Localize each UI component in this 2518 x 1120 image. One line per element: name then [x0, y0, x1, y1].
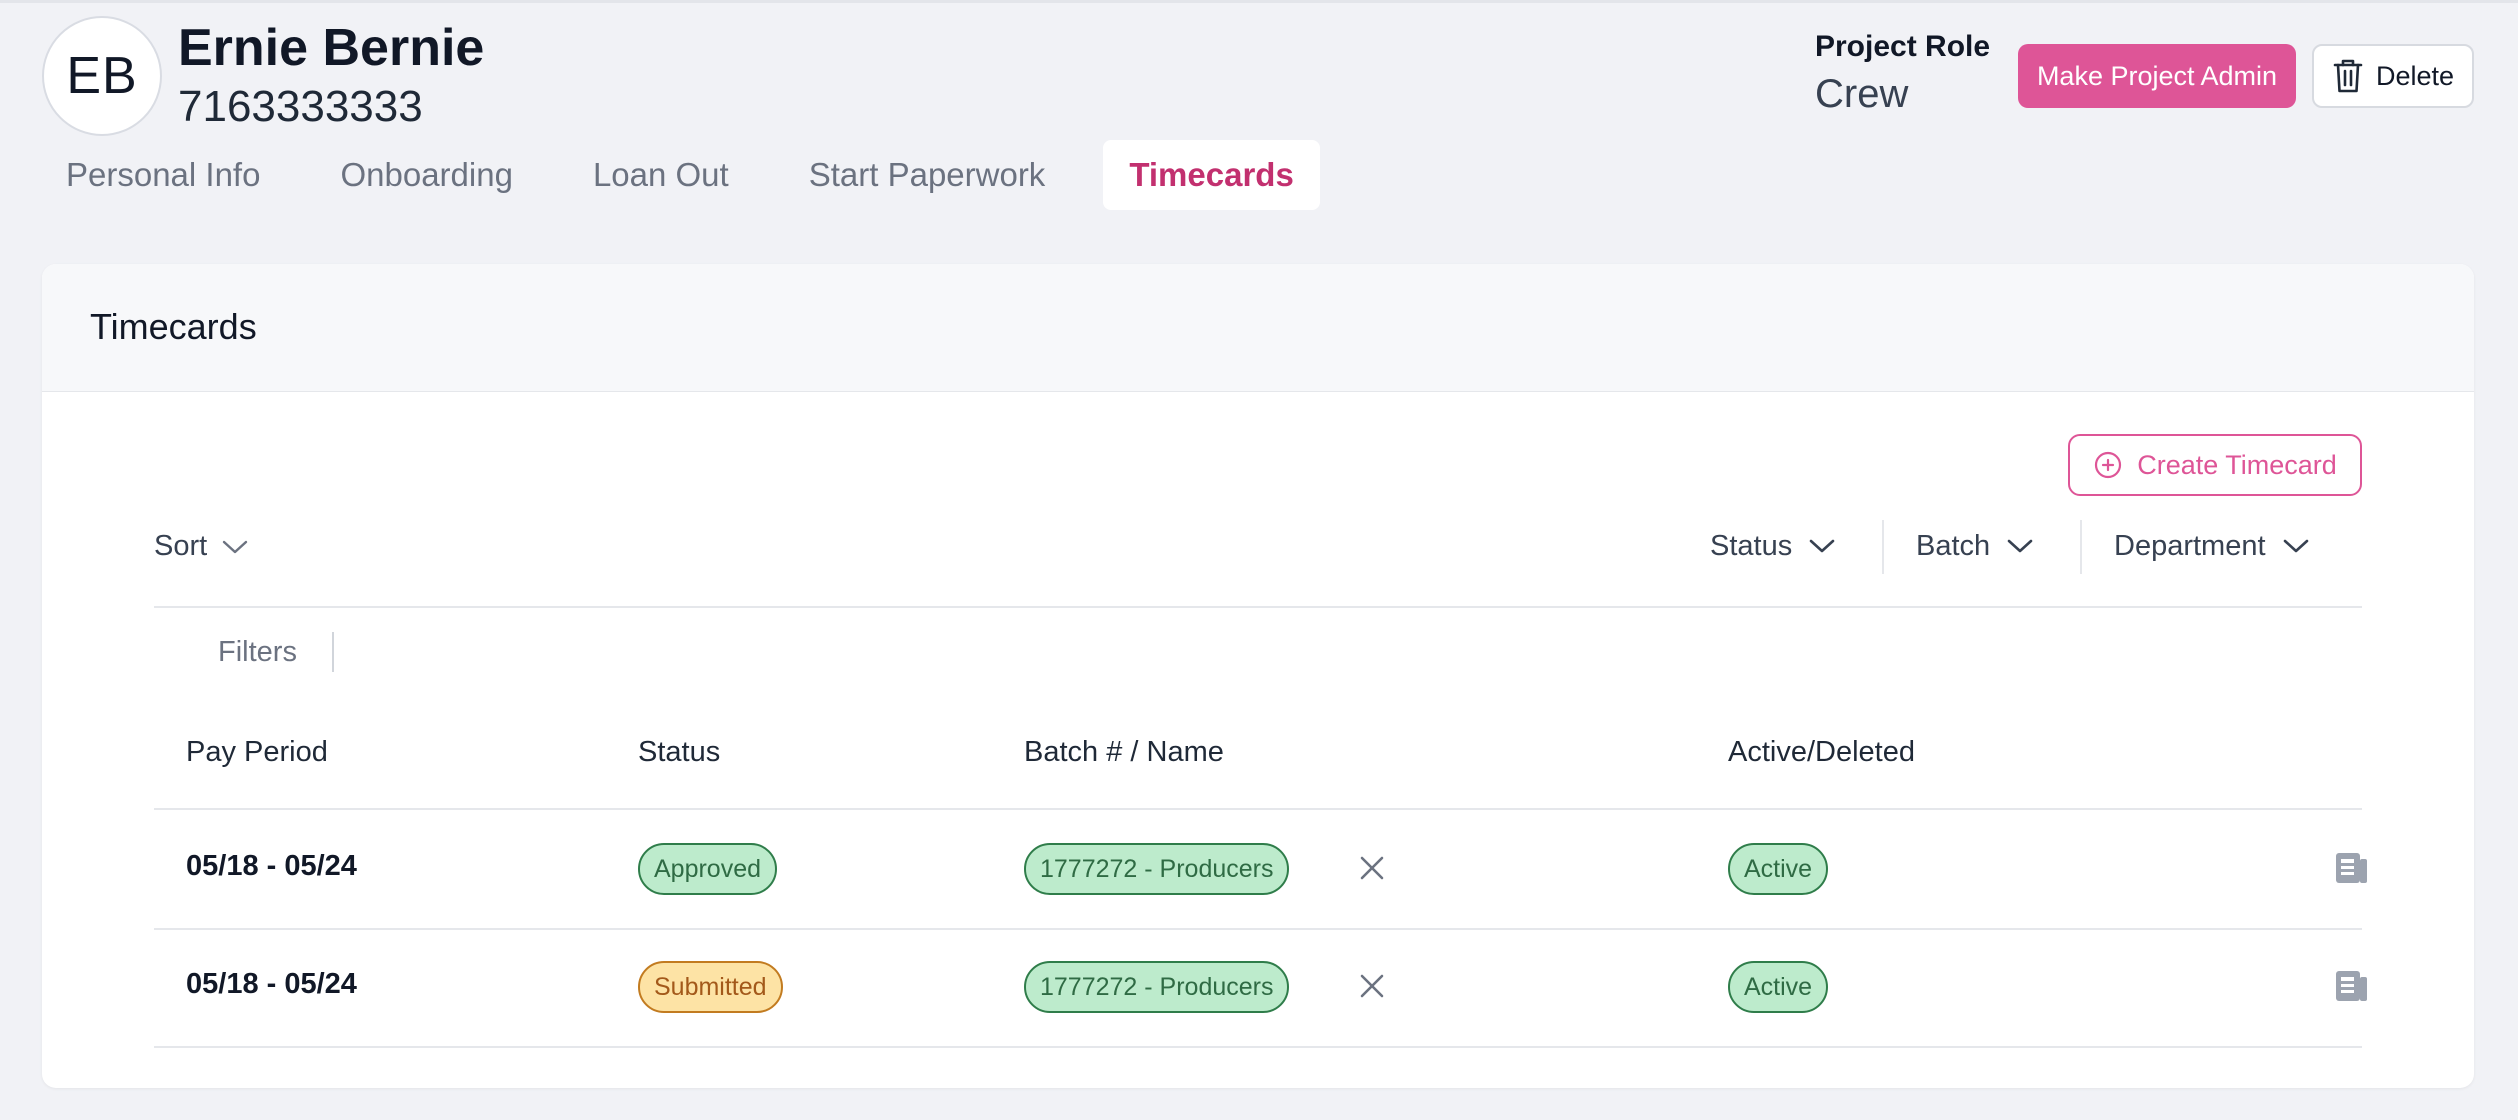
avatar-initials: EB [66, 47, 138, 105]
make-project-admin-button[interactable]: Make Project Admin [2018, 44, 2296, 108]
delete-button-label: Delete [2375, 60, 2455, 91]
person-name: Ernie Bernie [178, 19, 485, 77]
timecard-icon[interactable] [2334, 850, 2370, 886]
person-phone: 7163333333 [178, 82, 423, 131]
sort-dropdown[interactable]: Sort [154, 530, 249, 563]
batch-badge: 1777272 - Producers [1024, 961, 1290, 1013]
toolbar-divider [154, 606, 2362, 608]
create-timecard-label: Create Timecard [2137, 449, 2337, 480]
tab-onboarding[interactable]: Onboarding [314, 140, 538, 210]
table-row[interactable]: 05/18 - 05/24 Submitted 1777272 - Produc… [154, 928, 2367, 1046]
department-dropdown-label: Department [2114, 529, 2266, 562]
batch-dropdown[interactable]: Batch [1916, 518, 2034, 574]
chevron-down-icon [1809, 539, 1835, 553]
chevron-down-icon [2283, 539, 2308, 553]
active-badge: Active [1728, 843, 1829, 895]
column-header-status[interactable]: Status [638, 736, 720, 769]
status-dropdown[interactable]: Status [1710, 518, 1836, 574]
sort-label: Sort [154, 530, 208, 562]
project-role-label: Project Role [1815, 30, 1991, 63]
tab-loan-out[interactable]: Loan Out [567, 140, 755, 210]
create-timecard-button[interactable]: Create Timecard [2068, 434, 2362, 496]
tab-start-paperwork[interactable]: Start Paperwork [783, 140, 1072, 210]
trash-icon [2333, 59, 2363, 93]
plus-circle-icon [2095, 451, 2122, 479]
column-header-active-deleted[interactable]: Active/Deleted [1728, 736, 1915, 769]
delete-button[interactable]: Delete [2312, 44, 2474, 108]
dropdown-divider [2080, 520, 2082, 574]
project-role-value: Crew [1815, 72, 1909, 116]
column-header-pay-period[interactable]: Pay Period [186, 736, 328, 769]
timecards-card: Timecards Create Timecard Sort Status Ba… [42, 264, 2474, 1088]
card-title: Timecards [90, 306, 257, 347]
active-badge: Active [1728, 961, 1829, 1013]
status-badge: Approved [638, 843, 778, 895]
filters-label[interactable]: Filters [218, 636, 297, 669]
filters-divider [332, 632, 334, 672]
tab-timecards[interactable]: Timecards [1103, 140, 1320, 210]
avatar: EB [42, 16, 162, 136]
timecard-icon[interactable] [2334, 968, 2370, 1004]
pay-period-cell: 05/18 - 05/24 [186, 968, 357, 1000]
status-dropdown-label: Status [1710, 529, 1793, 562]
column-header-batch[interactable]: Batch # / Name [1024, 736, 1224, 769]
dropdown-divider [1882, 520, 1884, 574]
chevron-down-icon [222, 540, 248, 553]
tab-personal-info[interactable]: Personal Info [40, 140, 286, 210]
close-icon[interactable] [1356, 970, 1388, 1002]
table-row[interactable]: 05/18 - 05/24 Approved 1777272 - Produce… [154, 810, 2367, 928]
chevron-down-icon [2007, 539, 2033, 553]
pay-period-cell: 05/18 - 05/24 [186, 850, 357, 882]
profile-tabs: Personal Info Onboarding Loan Out Start … [40, 140, 1348, 210]
row-divider [154, 1046, 2362, 1048]
status-badge: Submitted [638, 961, 783, 1013]
batch-badge: 1777272 - Producers [1024, 843, 1290, 895]
top-border [0, 0, 2518, 3]
close-icon[interactable] [1356, 852, 1388, 884]
batch-dropdown-label: Batch [1916, 529, 1991, 562]
card-header: Timecards [42, 264, 2474, 392]
department-dropdown[interactable]: Department [2114, 518, 2310, 574]
